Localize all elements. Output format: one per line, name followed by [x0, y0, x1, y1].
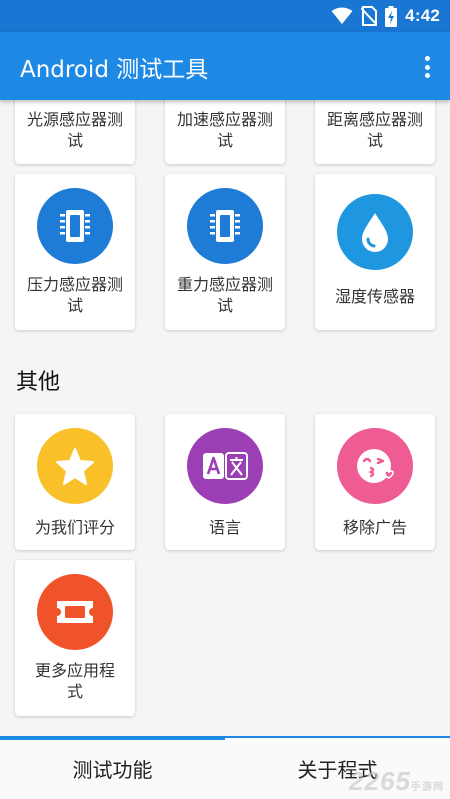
status-icons: 4:42: [331, 5, 440, 27]
status-bar: 4:42: [0, 0, 450, 32]
language-label: 语言: [208, 518, 241, 537]
app-bar: Android 测试工具: [0, 32, 450, 100]
sensor-card-acceleration[interactable]: 加速感应器测试: [165, 100, 285, 164]
chip-icon: [210, 210, 240, 242]
humidity-icon-circle: [337, 194, 413, 270]
more-vert-icon[interactable]: [420, 54, 434, 80]
rate-us-card[interactable]: 为我们评分: [15, 414, 135, 550]
sensor-card-label: 压力感应器测试: [26, 275, 123, 315]
ticket-icon: [57, 601, 93, 623]
watermark-sub: 手游网: [411, 782, 444, 793]
sensor-card-label: 重力感应器测试: [176, 275, 273, 315]
sensor-card-label: 光源感应器测试: [26, 110, 123, 150]
sensor-card-label: 加速感应器测试: [176, 110, 273, 150]
battery-charging-icon: [385, 5, 398, 27]
gravity-icon-circle: [187, 188, 263, 264]
section-title-other: 其他: [16, 370, 61, 395]
sensor-card-light[interactable]: 光源感应器测试: [15, 100, 135, 164]
main-content[interactable]: 光源感应器测试 加速感应器测试 距离感应器测试 压力感应器测试 重力感应器测试: [0, 100, 450, 736]
tab-test-functions[interactable]: 测试功能: [0, 738, 225, 799]
translate-icon: [203, 452, 248, 480]
bottom-nav: 测试功能 关于程式 2265手游网: [0, 736, 450, 799]
sensor-card-gravity[interactable]: 重力感应器测试: [165, 174, 285, 330]
chip-icon: [60, 210, 90, 242]
water-drop-icon: [362, 213, 388, 252]
more-apps-label: 更多应用程式: [34, 661, 115, 701]
rate-icon-circle: [37, 428, 113, 504]
no-sim-icon: [361, 6, 378, 26]
watermark-text: 2265: [349, 766, 411, 796]
kiss-face-icon: [357, 449, 394, 483]
remove-ads-card[interactable]: 移除广告: [315, 414, 435, 550]
language-card[interactable]: 语言: [165, 414, 285, 550]
more-apps-card[interactable]: 更多应用程式: [15, 560, 135, 716]
remove-ads-label: 移除广告: [342, 518, 407, 537]
sensor-card-proximity[interactable]: 距离感应器测试: [315, 100, 435, 164]
app-title: Android 测试工具: [20, 57, 209, 83]
sensor-card-humidity[interactable]: 湿度传感器: [315, 174, 435, 330]
language-icon-circle: [187, 428, 263, 504]
more-apps-icon-circle: [37, 574, 113, 650]
pressure-icon-circle: [37, 188, 113, 264]
rate-us-label: 为我们评分: [34, 518, 115, 537]
status-time: 4:42: [405, 6, 440, 25]
sensor-card-label: 湿度传感器: [334, 287, 415, 306]
wifi-icon: [331, 7, 353, 24]
sensor-card-pressure[interactable]: 压力感应器测试: [15, 174, 135, 330]
watermark-logo: 2265手游网: [349, 766, 444, 797]
remove-ads-icon-circle: [337, 428, 413, 504]
sensor-card-label: 距离感应器测试: [326, 110, 423, 150]
star-icon: [56, 448, 94, 485]
